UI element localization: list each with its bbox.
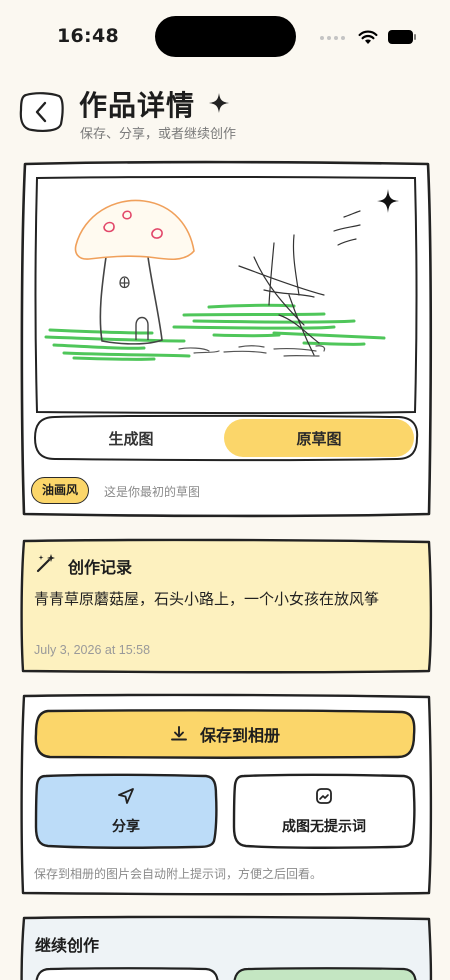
continue-title: 继续创作 <box>35 936 100 955</box>
sparkle-icon <box>209 93 229 113</box>
send-icon <box>118 788 134 804</box>
record-prompt: 青青草原蘑菇屋，石头小路上，一个小女孩在放风筝 <box>34 590 380 608</box>
image-view-toggle: 生成图 原草图 <box>33 414 419 462</box>
status-bar: 16:48 <box>0 0 450 72</box>
no-prompt-button-label: 成图无提示词 <box>282 819 366 835</box>
cellular-signal-icon <box>320 32 348 42</box>
dynamic-island <box>155 16 296 57</box>
save-button-label: 保存到相册 <box>199 726 280 745</box>
download-icon <box>171 726 187 741</box>
magic-wand-icon <box>36 554 55 573</box>
tab-original-sketch[interactable]: 原草图 <box>224 419 414 457</box>
wifi-icon <box>358 30 378 44</box>
sketch-canvas <box>34 175 418 415</box>
tab-generated-image[interactable]: 生成图 <box>39 419 223 457</box>
actions-card: 保存到相册 分享 成图无提示词 保存到相册的图片会自动附上提示词，方便之后回看。 <box>19 693 433 896</box>
record-date: July 3, 2026 at 15:58 <box>34 643 151 657</box>
artwork-caption: 这是你最初的草图 <box>104 485 201 499</box>
artwork-card: 生成图 原草图 油画风 这是你最初的草图 <box>19 160 433 518</box>
continue-creating-card: 继续创作 <box>19 915 433 980</box>
share-button-label: 分享 <box>112 819 140 835</box>
continue-option-button[interactable] <box>232 967 418 980</box>
continue-option-button[interactable] <box>34 967 220 980</box>
back-button[interactable] <box>18 90 66 134</box>
image-icon <box>316 788 332 804</box>
chevron-left-icon <box>19 92 64 132</box>
share-button[interactable]: 分享 <box>34 773 218 849</box>
status-time: 16:48 <box>57 25 119 47</box>
record-title: 创作记录 <box>68 558 133 577</box>
page-title: 作品详情 <box>79 89 196 122</box>
battery-icon <box>388 30 416 44</box>
save-to-album-button[interactable]: 保存到相册 <box>34 709 416 759</box>
page-subtitle: 保存、分享，或者继续创作 <box>80 127 237 142</box>
no-prompt-image-button[interactable]: 成图无提示词 <box>232 773 416 849</box>
save-note: 保存到相册的图片会自动附上提示词，方便之后回看。 <box>34 867 323 881</box>
style-badge: 油画风 <box>31 477 90 504</box>
creation-record-card: 创作记录 青青草原蘑菇屋，石头小路上，一个小女孩在放风筝 July 3, 202… <box>19 538 433 674</box>
status-icons <box>320 27 416 47</box>
